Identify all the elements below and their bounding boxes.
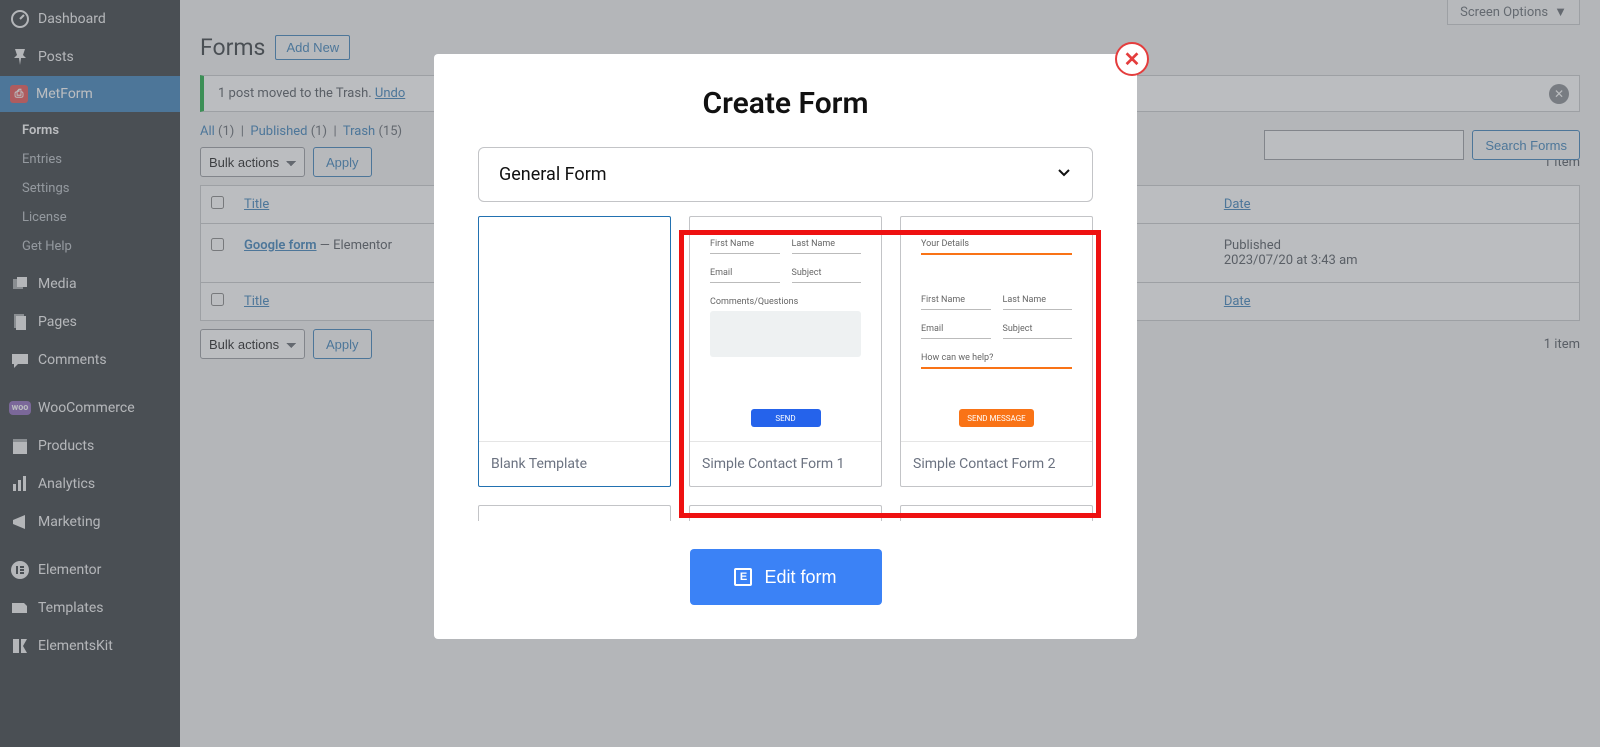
modal-close-button[interactable]: ✕	[1115, 42, 1149, 76]
preview-send-message-button: SEND MESSAGE	[959, 409, 1033, 427]
elementor-edit-icon: E	[734, 568, 752, 586]
template-preview: First NameLast Name EmailSubject Comment…	[690, 217, 881, 441]
chevron-down-icon	[1056, 164, 1072, 185]
template-label: Simple Contact Form 2	[901, 441, 1092, 486]
template-label: Blank Template	[479, 441, 670, 486]
create-form-modal: ✕ Create Form General Form Blank Templat…	[434, 54, 1137, 639]
form-type-select[interactable]: General Form	[478, 147, 1093, 202]
templates-row-next	[478, 505, 1093, 521]
template-label: Simple Contact Form 1	[690, 441, 881, 486]
modal-title: Create Form	[478, 86, 1093, 121]
form-type-value: General Form	[499, 164, 607, 185]
template-preview: Your Details First NameLast Name EmailSu…	[901, 217, 1092, 441]
preview-send-button: SEND	[751, 409, 821, 427]
template-preview	[479, 217, 670, 441]
label: Edit form	[764, 567, 836, 588]
templates-row: Blank Template First NameLast Name Email…	[478, 216, 1093, 487]
template-blank[interactable]: Blank Template	[478, 216, 671, 487]
template-peek[interactable]	[900, 505, 1093, 521]
edit-form-button[interactable]: E Edit form	[690, 549, 882, 605]
template-peek[interactable]	[478, 505, 671, 521]
template-peek[interactable]	[689, 505, 882, 521]
template-simple-contact-2[interactable]: Your Details First NameLast Name EmailSu…	[900, 216, 1093, 487]
template-simple-contact-1[interactable]: First NameLast Name EmailSubject Comment…	[689, 216, 882, 487]
